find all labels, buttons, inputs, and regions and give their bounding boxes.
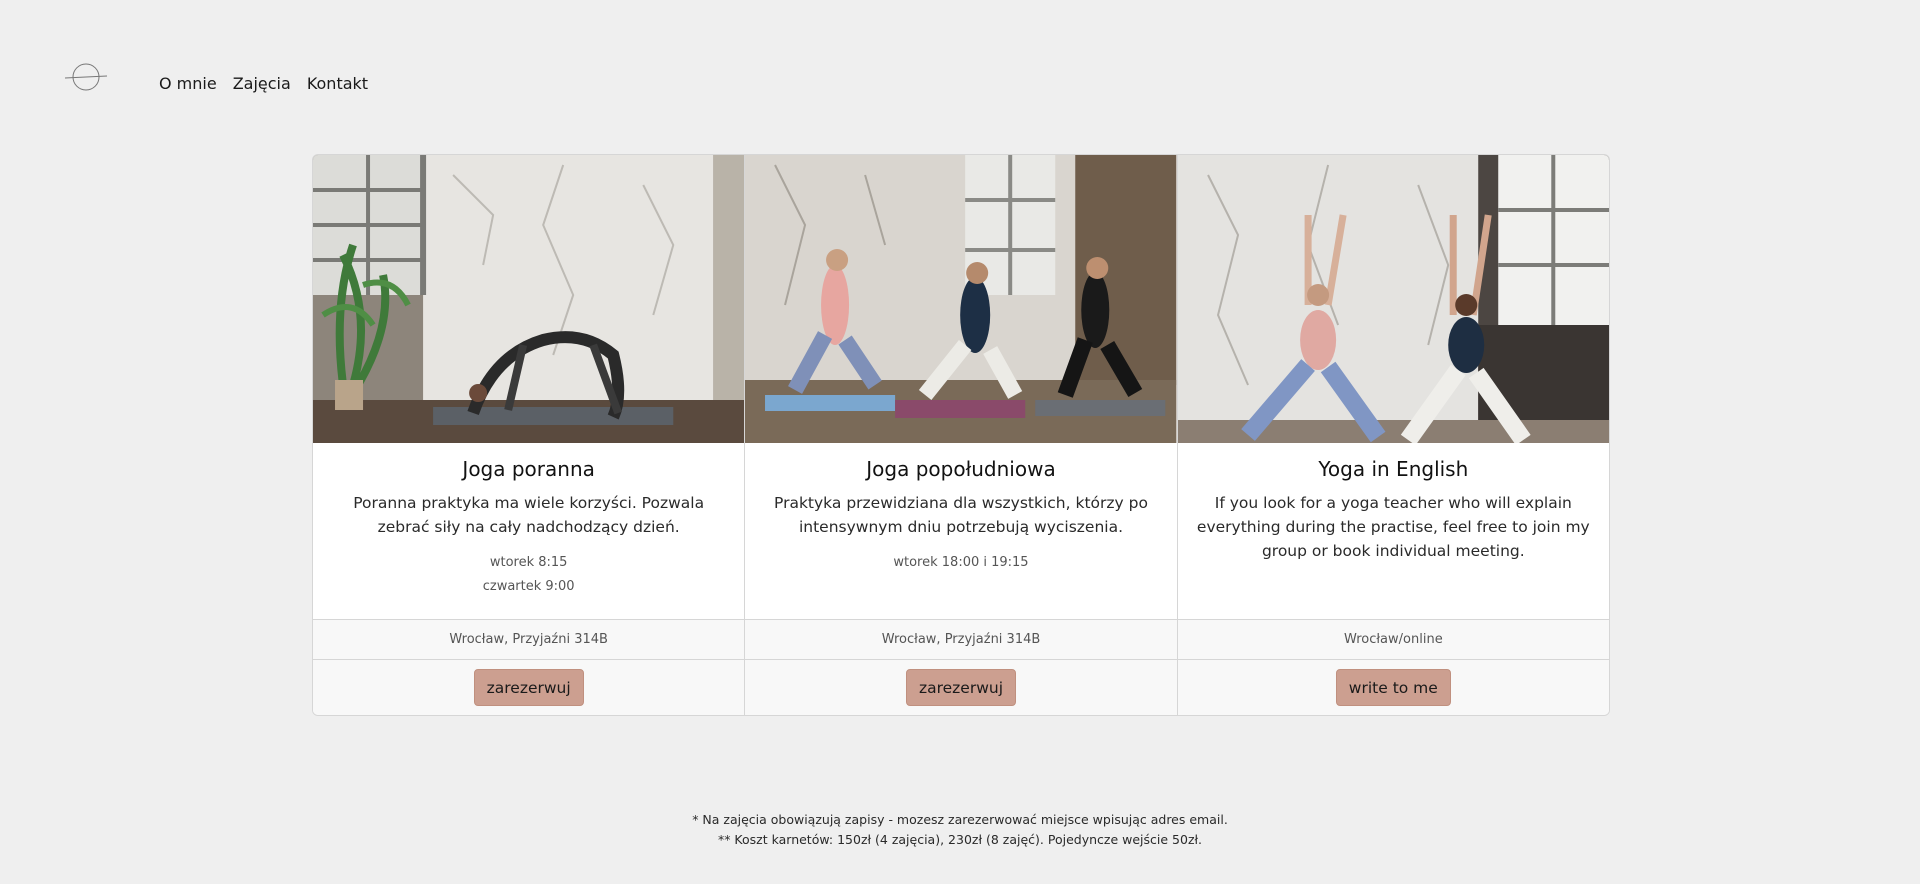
card-footer: zarezerwuj — [313, 660, 745, 715]
class-card-morning: Joga poranna Poranna praktyka ma wiele k… — [313, 155, 746, 715]
card-footer: write to me — [1177, 660, 1609, 715]
card-body: Joga popołudniowa Praktyka przewidziana … — [745, 443, 1176, 619]
footnotes: * Na zajęcia obowiązują zapisy - mozesz … — [0, 810, 1920, 850]
card-title: Yoga in English — [1318, 457, 1469, 481]
card-location: Wrocław, Przyjaźni 314B — [745, 619, 1177, 660]
schedule-line: wtorek 18:00 i 19:15 — [893, 555, 1029, 570]
footnote-booking: * Na zajęcia obowiązują zapisy - mozesz … — [692, 812, 1228, 827]
card-title: Joga popołudniowa — [866, 457, 1056, 481]
card-title: Joga poranna — [462, 457, 595, 481]
card-image-afternoon — [745, 155, 1177, 443]
card-body: Yoga in English If you look for a yoga t… — [1178, 443, 1609, 619]
nav-link-contact[interactable]: Kontakt — [307, 74, 368, 93]
reserve-button[interactable]: zarezerwuj — [473, 669, 584, 706]
card-schedule: wtorek 8:15 czwartek 9:00 — [327, 551, 730, 599]
card-schedule: wtorek 18:00 i 19:15 — [759, 551, 1162, 575]
card-image-english — [1177, 155, 1609, 443]
footnote-prices: ** Koszt karnetów: 150zł (4 zajęcia), 23… — [717, 832, 1203, 847]
card-location: Wrocław/online — [1177, 619, 1609, 660]
write-to-me-button[interactable]: write to me — [1335, 669, 1451, 706]
class-card-afternoon: Joga popołudniowa Praktyka przewidziana … — [745, 155, 1178, 715]
card-location: Wrocław, Przyjaźni 314B — [313, 619, 745, 660]
logo-icon[interactable] — [64, 62, 108, 92]
card-body: Joga poranna Poranna praktyka ma wiele k… — [313, 443, 744, 619]
card-description: Poranna praktyka ma wiele korzyści. Pozw… — [353, 494, 705, 536]
card-description: If you look for a yoga teacher who will … — [1196, 494, 1590, 560]
nav-link-about[interactable]: O mnie — [159, 74, 217, 93]
card-footer: zarezerwuj — [745, 660, 1177, 715]
schedule-line: wtorek 8:15 — [489, 555, 568, 570]
schedule-line: czwartek 9:00 — [482, 579, 575, 594]
reserve-button[interactable]: zarezerwuj — [905, 669, 1017, 706]
top-nav: O mnie Zajęcia Kontakt — [64, 60, 384, 106]
card-image-morning — [313, 155, 745, 443]
nav-link-classes[interactable]: Zajęcia — [233, 74, 291, 93]
card-description: Praktyka przewidziana dla wszystkich, kt… — [774, 494, 1148, 536]
class-cards: Joga poranna Poranna praktyka ma wiele k… — [312, 154, 1610, 716]
class-card-english: Yoga in English If you look for a yoga t… — [1177, 155, 1609, 715]
